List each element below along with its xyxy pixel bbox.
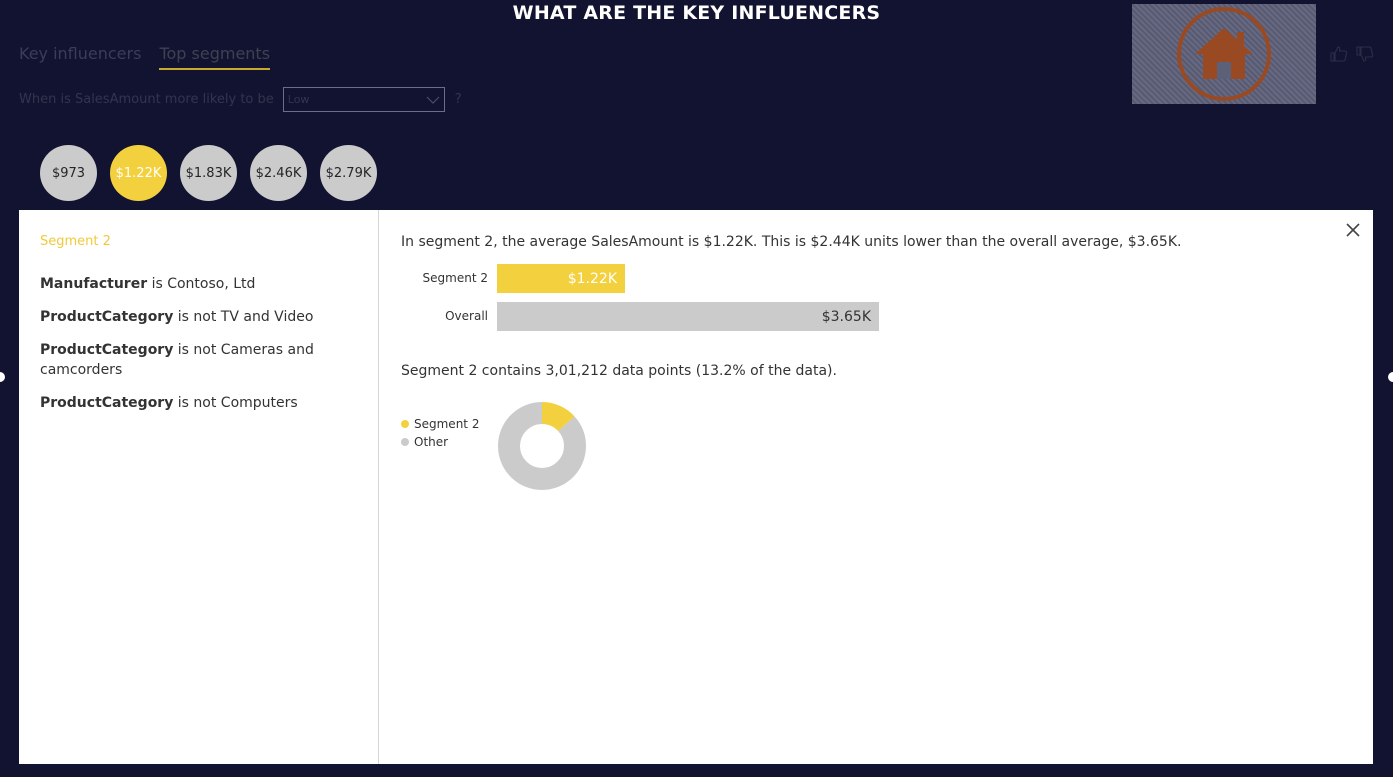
help-icon[interactable]: ? bbox=[455, 92, 462, 107]
condition-item: ProductCategory is not Cameras and camco… bbox=[40, 340, 357, 380]
legend-item: Segment 2 bbox=[401, 415, 479, 433]
data-points-text: Segment 2 contains 3,01,212 data points … bbox=[401, 363, 837, 379]
condition-item: ProductCategory is not TV and Video bbox=[40, 307, 357, 327]
bar-value-label: $3.65K bbox=[821, 308, 871, 325]
bar-row-overall: Overall $3.65K bbox=[401, 302, 1373, 331]
donut-chart bbox=[498, 402, 586, 490]
dropdown-value: Low bbox=[287, 93, 310, 106]
visual-tabs: Key influencers Top segments bbox=[19, 44, 271, 70]
tab-top-segments[interactable]: Top segments bbox=[159, 44, 271, 70]
segment-summary-text: In segment 2, the average SalesAmount is… bbox=[401, 234, 1182, 250]
condition-item: ProductCategory is not Computers bbox=[40, 393, 357, 413]
condition-field: ProductCategory bbox=[40, 309, 174, 325]
segment-bubble-1[interactable]: $973 bbox=[40, 145, 97, 201]
resize-handle-left[interactable] bbox=[0, 372, 5, 382]
segment-bubble-2[interactable]: $1.22K bbox=[110, 145, 167, 201]
segment-heading: Segment 2 bbox=[40, 234, 111, 249]
question-label: When is SalesAmount more likely to be bbox=[19, 92, 274, 107]
condition-field: ProductCategory bbox=[40, 395, 174, 411]
target-value-dropdown[interactable]: Low bbox=[282, 87, 445, 112]
legend-swatch bbox=[401, 438, 409, 446]
resize-handle-right[interactable] bbox=[1388, 372, 1393, 382]
condition-field: Manufacturer bbox=[40, 276, 148, 292]
home-icon bbox=[1177, 7, 1271, 101]
thumbs-up-icon[interactable] bbox=[1330, 46, 1348, 62]
donut-legend: Segment 2 Other bbox=[401, 415, 479, 451]
segment-bubbles: $973 $1.22K $1.83K $2.46K $2.79K bbox=[40, 145, 377, 201]
condition-text: is not TV and Video bbox=[173, 309, 314, 325]
condition-text: is Contoso, Ltd bbox=[147, 276, 256, 292]
donut-chart-area: Segment 2 Other bbox=[401, 391, 1373, 491]
legend-label: Segment 2 bbox=[414, 417, 480, 431]
close-icon[interactable] bbox=[1343, 220, 1363, 240]
bar-category-label: Overall bbox=[445, 309, 488, 323]
segment-conditions-pane: Segment 2 Manufacturer is Contoso, Ltd P… bbox=[19, 210, 379, 764]
segment-bubble-5[interactable]: $2.79K bbox=[320, 145, 377, 201]
chevron-down-icon bbox=[426, 96, 440, 104]
bar-category-label: Segment 2 bbox=[422, 271, 488, 285]
bar-segment: $1.22K bbox=[497, 264, 625, 293]
legend-label: Other bbox=[414, 435, 449, 449]
home-button[interactable] bbox=[1132, 4, 1316, 104]
segment-summary-pane: In segment 2, the average SalesAmount is… bbox=[379, 210, 1373, 764]
thumbs-down-icon[interactable] bbox=[1356, 46, 1374, 62]
comparison-bar-chart: Segment 2 $1.22K Overall $3.65K bbox=[401, 264, 1373, 331]
condition-item: Manufacturer is Contoso, Ltd bbox=[40, 274, 357, 294]
feedback-buttons bbox=[1330, 46, 1374, 62]
tab-key-influencers[interactable]: Key influencers bbox=[19, 44, 141, 70]
question-row: When is SalesAmount more likely to be Lo… bbox=[19, 87, 462, 112]
segment-bubble-3[interactable]: $1.83K bbox=[180, 145, 237, 201]
segment-bubble-4[interactable]: $2.46K bbox=[250, 145, 307, 201]
bar-overall: $3.65K bbox=[497, 302, 879, 331]
segment-detail-panel: Segment 2 Manufacturer is Contoso, Ltd P… bbox=[19, 210, 1373, 764]
bar-value-label: $1.22K bbox=[567, 270, 617, 287]
condition-field: ProductCategory bbox=[40, 342, 174, 358]
bar-row-segment: Segment 2 $1.22K bbox=[401, 264, 1373, 293]
legend-swatch bbox=[401, 420, 409, 428]
report-page: WHAT ARE THE KEY INFLUENCERS Key influen… bbox=[0, 0, 1393, 777]
condition-text: is not Computers bbox=[173, 395, 298, 411]
legend-item: Other bbox=[401, 433, 479, 451]
